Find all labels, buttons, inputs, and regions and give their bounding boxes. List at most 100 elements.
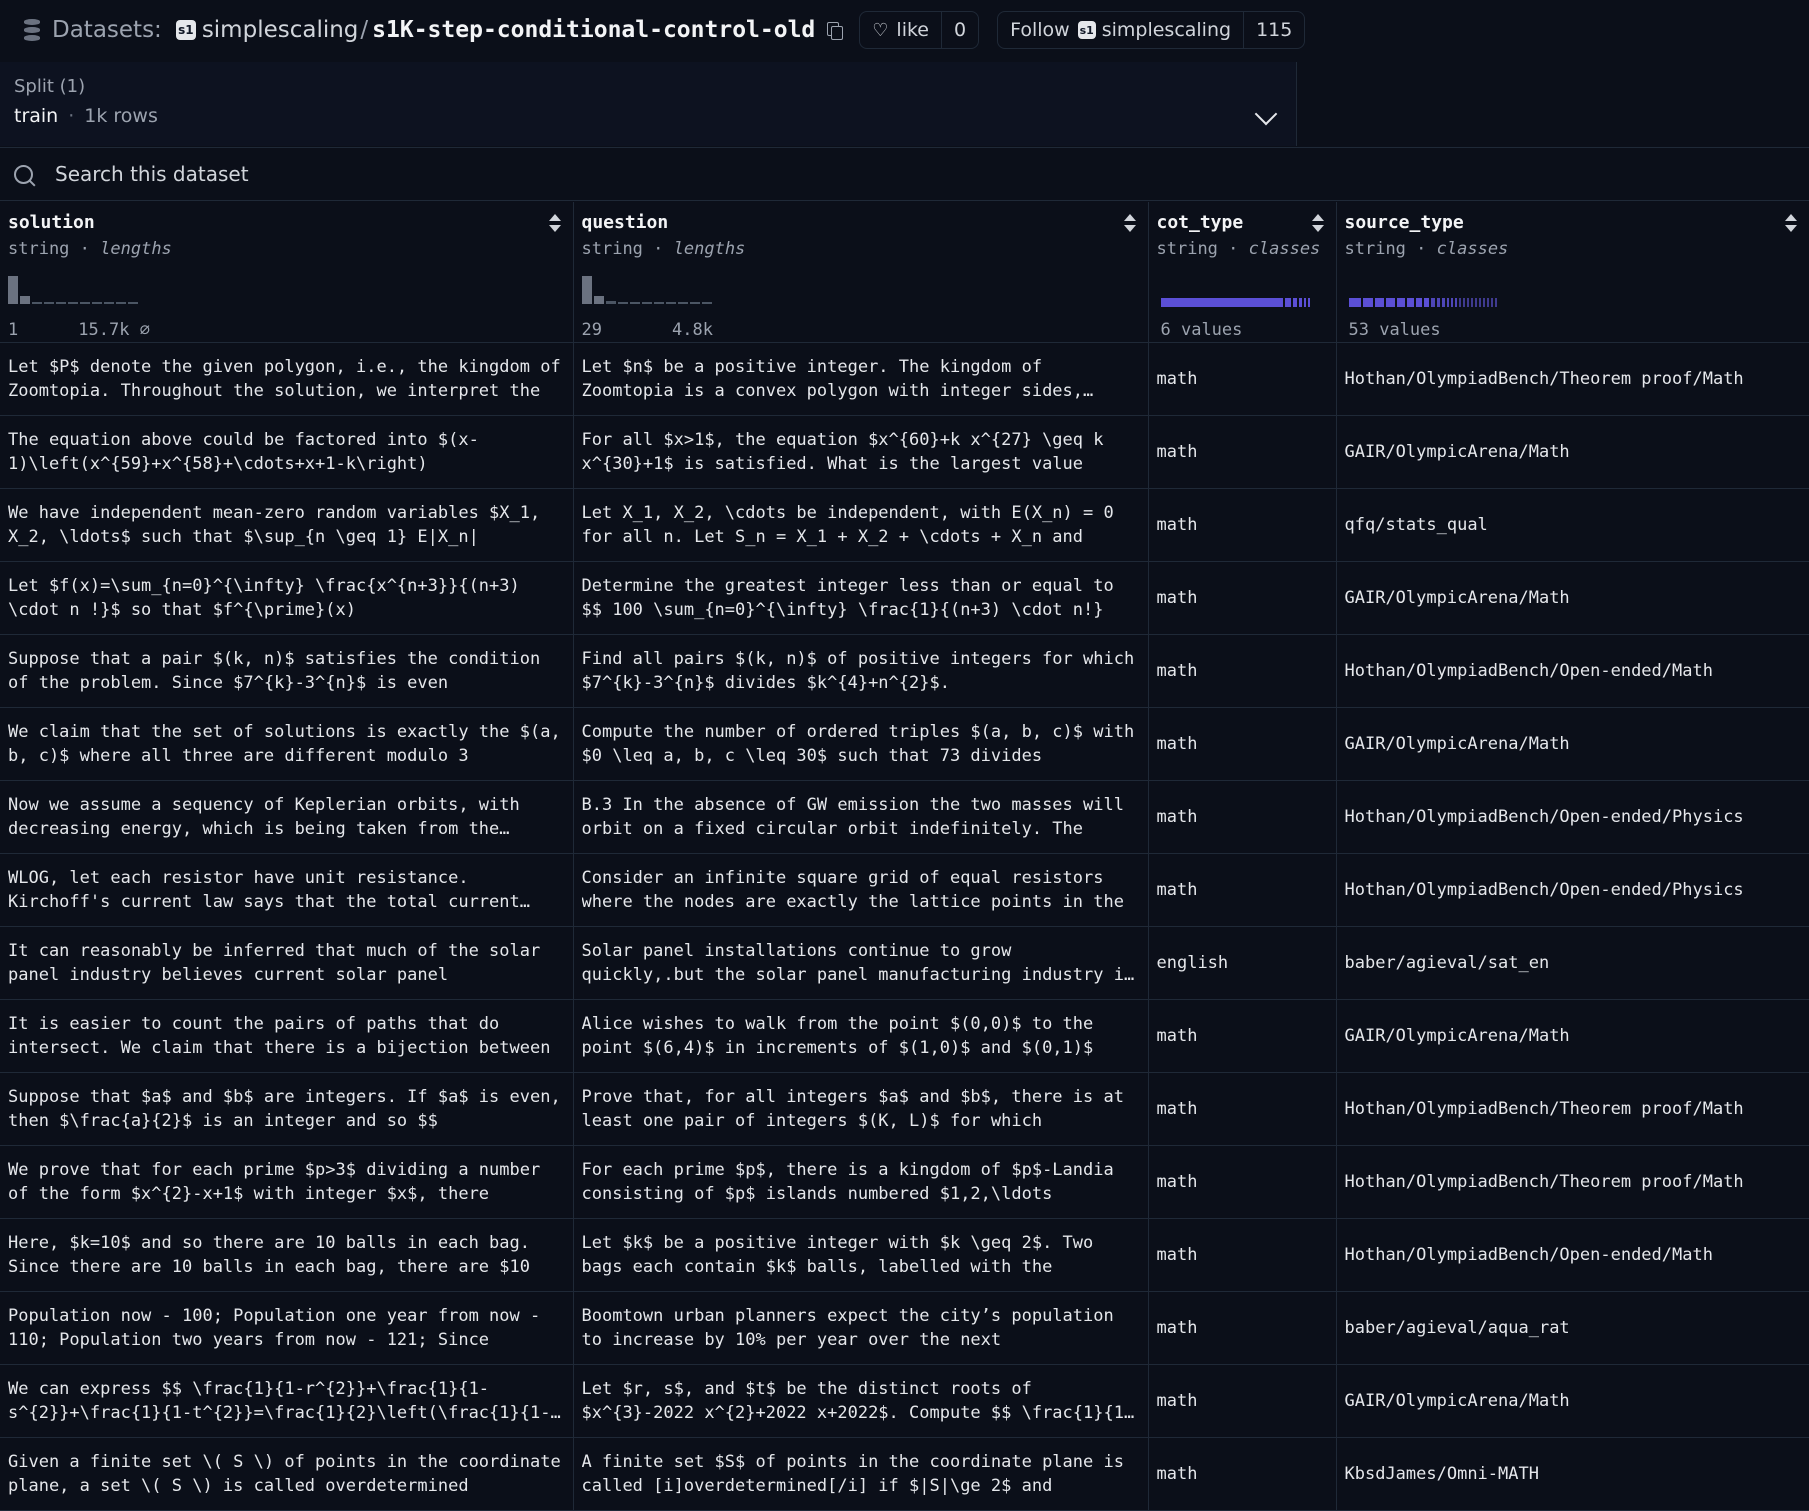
table-row[interactable]: It can reasonably be inferred that much …: [0, 926, 1809, 1000]
cell-question[interactable]: Let X_1, X_2, \cdots be independent, wit…: [573, 488, 1149, 562]
cell-source-type[interactable]: Hothan/OlympiadBench/Open-ended/Math: [1336, 634, 1809, 708]
cell-solution[interactable]: Given a finite set \( S \) of points in …: [0, 1437, 574, 1511]
column-header-source-type[interactable]: source_type string · classes 53 values: [1336, 202, 1809, 343]
cell-source-type[interactable]: GAIR/OlympicArena/Math: [1336, 415, 1809, 489]
split-selector[interactable]: Split (1) train · 1k rows: [0, 62, 1297, 146]
table-row[interactable]: We claim that the set of solutions is ex…: [0, 707, 1809, 781]
table-row[interactable]: WLOG, let each resistor have unit resist…: [0, 853, 1809, 927]
table-row[interactable]: Given a finite set \( S \) of points in …: [0, 1437, 1809, 1511]
sort-icon[interactable]: [1785, 214, 1797, 234]
path-separator: /: [360, 17, 369, 43]
histogram-min: 29: [581, 320, 602, 340]
table-row[interactable]: Population now - 100; Population one yea…: [0, 1291, 1809, 1365]
cell-question[interactable]: Determine the greatest integer less than…: [573, 561, 1149, 635]
column-header-solution[interactable]: solution string · lengths 1 15.7k ⌀: [0, 202, 574, 343]
cell-solution[interactable]: It can reasonably be inferred that much …: [0, 926, 574, 1000]
cell-question[interactable]: Prove that, for all integers $a$ and $b$…: [573, 1072, 1149, 1146]
cell-cot-type[interactable]: math: [1148, 999, 1337, 1073]
table-row[interactable]: It is easier to count the pairs of paths…: [0, 999, 1809, 1073]
cell-solution[interactable]: WLOG, let each resistor have unit resist…: [0, 853, 574, 927]
cell-solution[interactable]: Here, $k=10$ and so there are 10 balls i…: [0, 1218, 574, 1292]
cell-solution[interactable]: Suppose that $a$ and $b$ are integers. I…: [0, 1072, 574, 1146]
cell-solution[interactable]: We have independent mean-zero random var…: [0, 488, 574, 562]
cell-cot-type[interactable]: math: [1148, 1364, 1337, 1438]
cell-cot-type[interactable]: math: [1148, 1145, 1337, 1219]
table-row[interactable]: Here, $k=10$ and so there are 10 balls i…: [0, 1218, 1809, 1292]
cell-question[interactable]: B.3 In the absence of GW emission the tw…: [573, 780, 1149, 854]
table-row[interactable]: Suppose that a pair $(k, n)$ satisfies t…: [0, 634, 1809, 708]
cell-cot-type[interactable]: english: [1148, 926, 1337, 1000]
like-button[interactable]: ♡ like: [860, 12, 941, 48]
cell-solution[interactable]: Now we assume a sequency of Keplerian or…: [0, 780, 574, 854]
sort-icon[interactable]: [548, 214, 561, 234]
split-dot: ·: [68, 105, 75, 127]
table-row[interactable]: We prove that for each prime $p>3$ divid…: [0, 1145, 1809, 1219]
cell-question[interactable]: Let $k$ be a positive integer with $k \g…: [573, 1218, 1149, 1292]
cell-cot-type[interactable]: math: [1148, 853, 1337, 927]
cell-source-type[interactable]: Hothan/OlympiadBench/Open-ended/Physics: [1336, 780, 1809, 854]
cell-source-type[interactable]: baber/agieval/sat_en: [1336, 926, 1809, 1000]
cell-cot-type[interactable]: math: [1148, 415, 1337, 489]
cell-cot-type[interactable]: math: [1148, 1437, 1337, 1511]
sort-icon[interactable]: [1311, 214, 1324, 234]
cell-source-type[interactable]: GAIR/OlympicArena/Math: [1336, 561, 1809, 635]
cell-cot-type[interactable]: math: [1148, 707, 1337, 781]
column-header-cot-type[interactable]: cot_type string · classes 6 values: [1148, 202, 1337, 343]
cell-source-type[interactable]: Hothan/OlympiadBench/Theorem proof/Math: [1336, 1072, 1809, 1146]
table-row[interactable]: The equation above could be factored int…: [0, 415, 1809, 489]
cell-question[interactable]: For all $x>1$, the equation $x^{60}+k x^…: [573, 415, 1149, 489]
table-row[interactable]: Suppose that $a$ and $b$ are integers. I…: [0, 1072, 1809, 1146]
cell-question[interactable]: Boomtown urban planners expect the city’…: [573, 1291, 1149, 1365]
table-row[interactable]: Let $P$ denote the given polygon, i.e., …: [0, 342, 1809, 416]
cell-solution[interactable]: It is easier to count the pairs of paths…: [0, 999, 574, 1073]
cell-question[interactable]: Solar panel installations continue to gr…: [573, 926, 1149, 1000]
cell-solution[interactable]: Let $f(x)=\sum_{n=0}^{\infty} \frac{x^{n…: [0, 561, 574, 635]
cell-solution[interactable]: The equation above could be factored int…: [0, 415, 574, 489]
cell-cot-type[interactable]: math: [1148, 634, 1337, 708]
cell-source-type[interactable]: Hothan/OlympiadBench/Open-ended/Math: [1336, 1218, 1809, 1292]
cell-question[interactable]: Alice wishes to walk from the point $(0,…: [573, 999, 1149, 1073]
cell-solution[interactable]: We claim that the set of solutions is ex…: [0, 707, 574, 781]
cell-question[interactable]: Let $n$ be a positive integer. The kingd…: [573, 342, 1149, 416]
cell-question[interactable]: Let $r, s$, and $t$ be the distinct root…: [573, 1364, 1149, 1438]
org-link[interactable]: simplescaling: [202, 17, 359, 43]
cell-solution[interactable]: Population now - 100; Population one yea…: [0, 1291, 574, 1365]
table-row[interactable]: We have independent mean-zero random var…: [0, 488, 1809, 562]
sort-icon[interactable]: [1123, 214, 1136, 234]
cell-question[interactable]: Compute the number of ordered triples $(…: [573, 707, 1149, 781]
search-input[interactable]: [53, 161, 657, 187]
cell-source-type[interactable]: qfq/stats_qual: [1336, 488, 1809, 562]
cell-cot-type[interactable]: math: [1148, 1218, 1337, 1292]
repo-name[interactable]: s1K-step-conditional-control-old: [372, 17, 815, 43]
cell-source-type[interactable]: Hothan/OlympiadBench/Theorem proof/Math: [1336, 342, 1809, 416]
length-histogram: [8, 274, 188, 304]
cell-source-type[interactable]: Hothan/OlympiadBench/Open-ended/Physics: [1336, 853, 1809, 927]
cell-source-type[interactable]: baber/agieval/aqua_rat: [1336, 1291, 1809, 1365]
table-row[interactable]: Now we assume a sequency of Keplerian or…: [0, 780, 1809, 854]
cell-solution[interactable]: Suppose that a pair $(k, n)$ satisfies t…: [0, 634, 574, 708]
cell-cot-type[interactable]: math: [1148, 1291, 1337, 1365]
table-row[interactable]: Let $f(x)=\sum_{n=0}^{\infty} \frac{x^{n…: [0, 561, 1809, 635]
column-header-question[interactable]: question string · lengths 29 4.8k: [573, 202, 1149, 343]
cell-cot-type[interactable]: math: [1148, 488, 1337, 562]
follow-button[interactable]: Follow s1 simplescaling: [998, 12, 1243, 48]
cell-source-type[interactable]: Hothan/OlympiadBench/Theorem proof/Math: [1336, 1145, 1809, 1219]
cell-question[interactable]: A finite set $S$ of points in the coordi…: [573, 1437, 1149, 1511]
cell-source-type[interactable]: GAIR/OlympicArena/Math: [1336, 999, 1809, 1073]
cell-cot-type[interactable]: math: [1148, 780, 1337, 854]
cell-cot-type[interactable]: math: [1148, 342, 1337, 416]
cell-question[interactable]: Find all pairs $(k, n)$ of positive inte…: [573, 634, 1149, 708]
cell-cot-type[interactable]: math: [1148, 561, 1337, 635]
cell-cot-type[interactable]: math: [1148, 1072, 1337, 1146]
table-row[interactable]: We can express $$ \frac{1}{1-r^{2}}+\fra…: [0, 1364, 1809, 1438]
cell-solution[interactable]: Let $P$ denote the given polygon, i.e., …: [0, 342, 574, 416]
cell-solution[interactable]: We prove that for each prime $p>3$ divid…: [0, 1145, 574, 1219]
cell-question[interactable]: Consider an infinite square grid of equa…: [573, 853, 1149, 927]
cell-question[interactable]: For each prime $p$, there is a kingdom o…: [573, 1145, 1149, 1219]
cell-source-type[interactable]: KbsdJames/Omni-MATH: [1336, 1437, 1809, 1511]
copy-icon[interactable]: [827, 22, 844, 40]
follow-org-logo: s1: [1077, 21, 1096, 39]
cell-source-type[interactable]: GAIR/OlympicArena/Math: [1336, 1364, 1809, 1438]
cell-solution[interactable]: We can express $$ \frac{1}{1-r^{2}}+\fra…: [0, 1364, 574, 1438]
cell-source-type[interactable]: GAIR/OlympicArena/Math: [1336, 707, 1809, 781]
